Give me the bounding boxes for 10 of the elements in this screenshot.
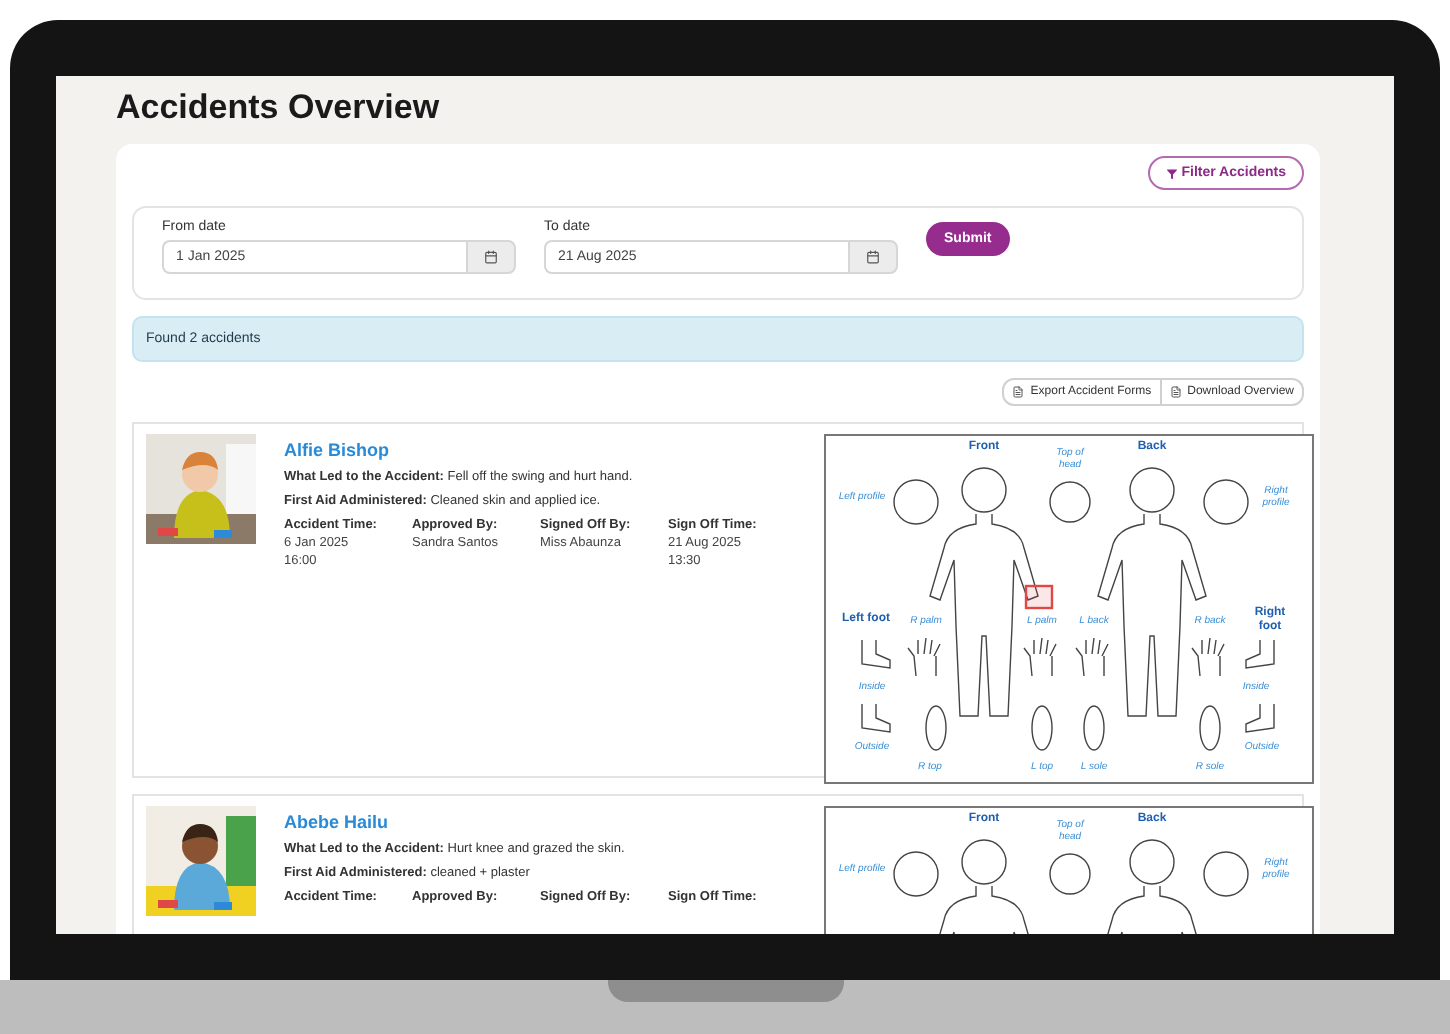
child-name-link[interactable]: Abebe Hailu [284, 812, 796, 832]
filter-icon [1165, 167, 1178, 179]
calendar-icon [484, 250, 498, 264]
calendar-button[interactable] [848, 240, 898, 274]
page-title: Accidents Overview [116, 88, 442, 128]
calendar-icon [866, 250, 880, 264]
calendar-button[interactable] [466, 240, 516, 274]
document-icon [1012, 386, 1025, 398]
document-icon [1169, 386, 1182, 398]
child-name-link[interactable]: Alfie Bishop [284, 440, 796, 460]
